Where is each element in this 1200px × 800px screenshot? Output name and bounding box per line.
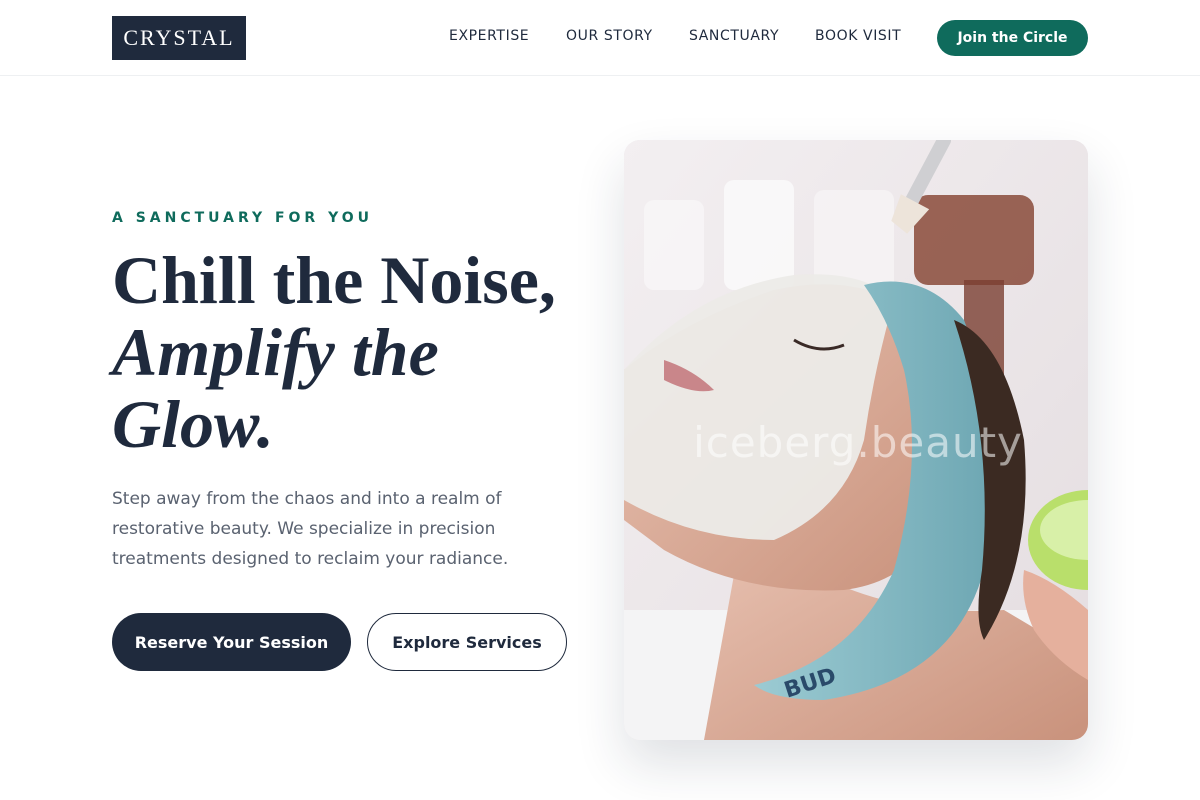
headline-line-3: Glow. bbox=[112, 386, 274, 462]
site-header: CRYSTAL EXPERTISE OUR STORY SANCTUARY BO… bbox=[0, 0, 1200, 76]
headline-line-2: Amplify the bbox=[112, 314, 439, 390]
headline-line-1: Chill the Noise, bbox=[112, 242, 556, 318]
image-watermark: iceberg.beauty bbox=[693, 418, 1023, 467]
nav-item-book-visit[interactable]: BOOK VISIT bbox=[815, 28, 901, 44]
explore-services-button[interactable]: Explore Services bbox=[367, 613, 567, 671]
hero-eyebrow: A SANCTUARY FOR YOU bbox=[112, 210, 373, 226]
nav-item-expertise[interactable]: EXPERTISE bbox=[449, 28, 529, 44]
join-the-circle-button[interactable]: Join the Circle bbox=[937, 20, 1088, 56]
hero-image-facial-treatment: BUD iceberg.beauty bbox=[624, 140, 1088, 740]
reserve-session-button[interactable]: Reserve Your Session bbox=[112, 613, 351, 671]
hero-description: Step away from the chaos and into a real… bbox=[112, 489, 509, 569]
nav-item-our-story[interactable]: OUR STORY bbox=[566, 28, 653, 44]
hero-headline: Chill the Noise, Amplify the Glow. bbox=[112, 244, 612, 460]
nav-item-sanctuary[interactable]: SANCTUARY bbox=[689, 28, 779, 44]
brand-logo[interactable]: CRYSTAL bbox=[112, 16, 246, 60]
